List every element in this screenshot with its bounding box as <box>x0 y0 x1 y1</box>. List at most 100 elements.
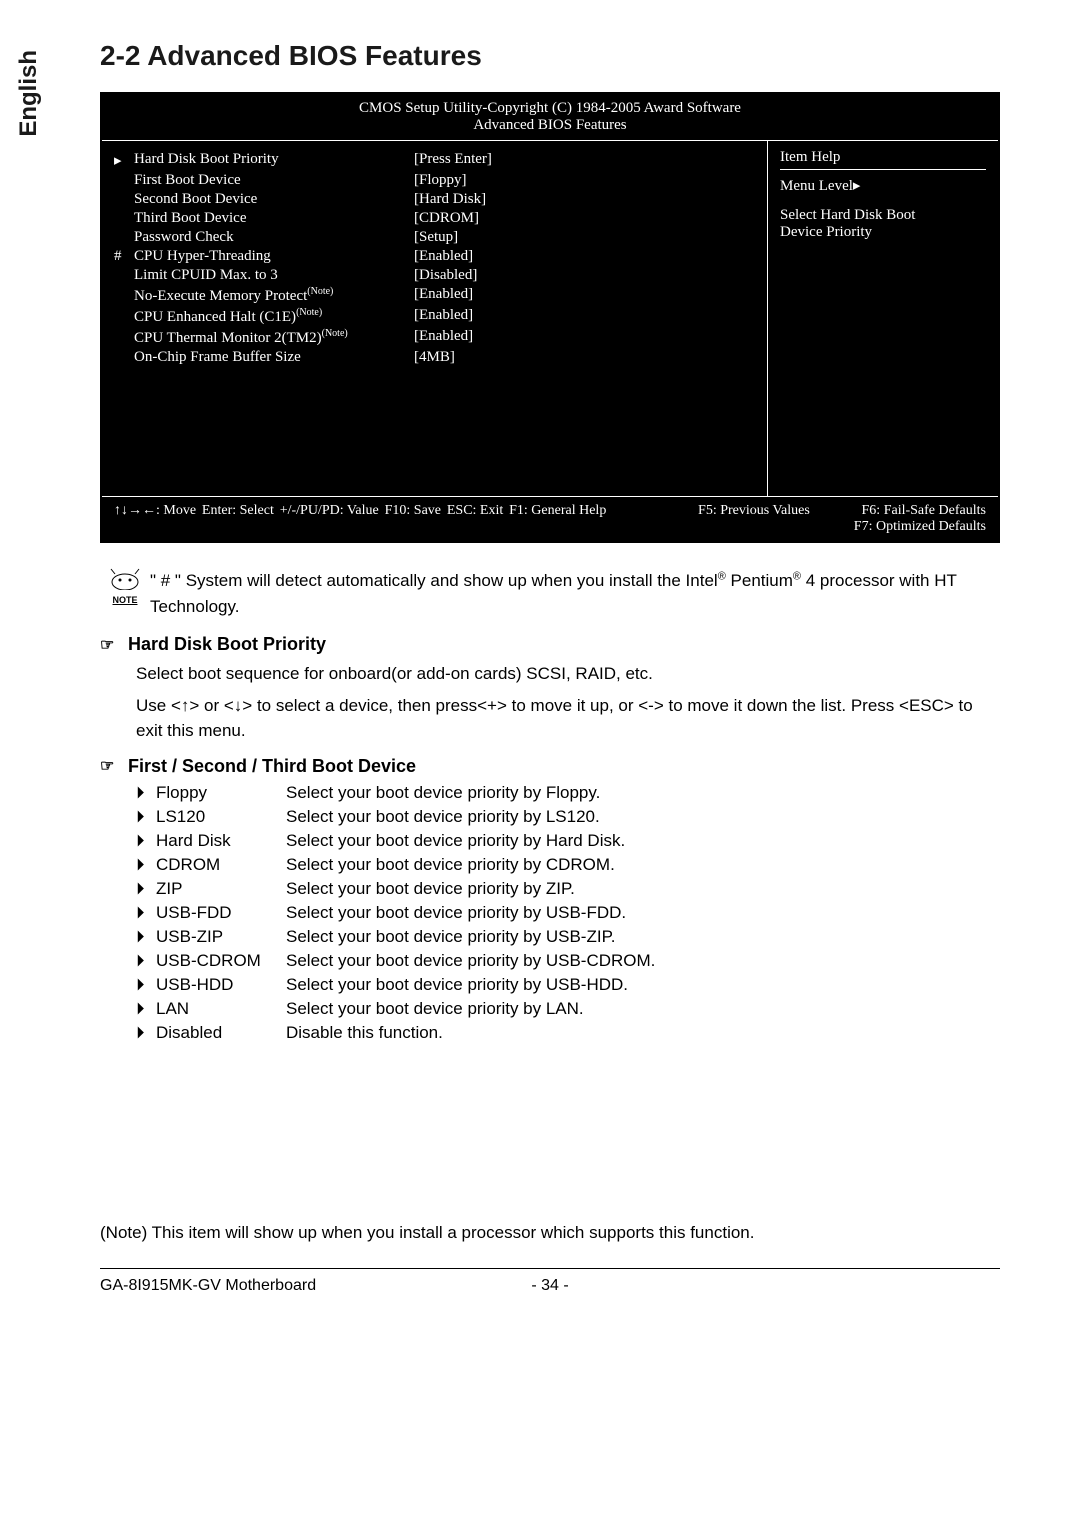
setting-value: [Press Enter] <box>414 151 492 170</box>
boot-option-row: ⏵DisabledDisable this function. <box>136 1023 1000 1043</box>
main-content: 2-2 Advanced BIOS Features CMOS Setup Ut… <box>60 0 1080 1335</box>
setting-value: [Enabled] <box>414 286 473 305</box>
nav-f10: F10: Save <box>385 503 441 519</box>
bios-settings-panel: ▸Hard Disk Boot Priority[Press Enter] Fir… <box>102 141 768 496</box>
bios-setting-row: CPU Thermal Monitor 2(TM2)(Note)[Enabled… <box>114 328 755 347</box>
row-marker <box>114 210 134 227</box>
row-marker <box>114 191 134 208</box>
nav-move: ↑↓→←: Move <box>114 503 196 519</box>
bios-setting-row: ▸Hard Disk Boot Priority[Press Enter] <box>114 151 755 170</box>
side-tab: English <box>0 0 60 1335</box>
option-desc: Select your boot device priority by USB-… <box>286 927 1000 947</box>
setting-label: First Boot Device <box>134 172 414 189</box>
row-marker: # <box>114 248 134 265</box>
option-desc: Disable this function. <box>286 1023 1000 1043</box>
section-title: 2-2 Advanced BIOS Features <box>100 40 1000 72</box>
boot-option-row: ⏵ZIPSelect your boot device priority by … <box>136 879 1000 899</box>
option-desc: Select your boot device priority by Flop… <box>286 783 1000 803</box>
option-desc: Select your boot device priority by USB-… <box>286 975 1000 995</box>
setting-value: [Enabled] <box>414 248 473 265</box>
setting-value: [CDROM] <box>414 210 479 227</box>
option-desc: Select your boot device priority by USB-… <box>286 951 1000 971</box>
boot-option-row: ⏵LANSelect your boot device priority by … <box>136 999 1000 1019</box>
option-desc: Select your boot device priority by ZIP. <box>286 879 1000 899</box>
bios-setting-row: Password Check[Setup] <box>114 229 755 246</box>
row-marker <box>114 328 134 347</box>
bios-copyright: CMOS Setup Utility-Copyright (C) 1984-20… <box>108 100 992 117</box>
option-label: LS120 <box>156 807 286 827</box>
bios-setting-row: No-Execute Memory Protect(Note)[Enabled] <box>114 286 755 305</box>
row-marker <box>114 286 134 305</box>
bios-setting-row: Third Boot Device[CDROM] <box>114 210 755 227</box>
option-label: USB-HDD <box>156 975 286 995</box>
row-marker: ▸ <box>114 151 134 170</box>
footer-model: GA-8I915MK-GV Motherboard <box>100 1277 531 1295</box>
option-marker: ⏵ <box>136 807 156 827</box>
setting-label: CPU Thermal Monitor 2(TM2)(Note) <box>134 328 414 347</box>
hard-disk-boot-header: ☞ Hard Disk Boot Priority <box>100 634 1000 655</box>
boot-option-row: ⏵USB-ZIPSelect your boot device priority… <box>136 927 1000 947</box>
option-marker: ⏵ <box>136 783 156 803</box>
option-label: Floppy <box>156 783 286 803</box>
footer-page-number: - 34 - <box>531 1277 568 1295</box>
setting-value: [Enabled] <box>414 328 473 347</box>
bios-screen: CMOS Setup Utility-Copyright (C) 1984-20… <box>100 92 1000 543</box>
row-marker <box>114 349 134 366</box>
note-face-icon <box>109 568 141 590</box>
option-marker: ⏵ <box>136 879 156 899</box>
nav-f5: F5: Previous Values <box>698 503 810 519</box>
setting-value: [Setup] <box>414 229 458 246</box>
setting-value: [Enabled] <box>414 307 473 326</box>
boot-option-row: ⏵USB-FDDSelect your boot device priority… <box>136 903 1000 923</box>
option-marker: ⏵ <box>136 975 156 995</box>
option-marker: ⏵ <box>136 951 156 971</box>
option-label: USB-CDROM <box>156 951 286 971</box>
setting-label: CPU Enhanced Halt (C1E)(Note) <box>134 307 414 326</box>
setting-label: Password Check <box>134 229 414 246</box>
nav-f7: F7: Optimized Defaults <box>854 519 986 535</box>
row-marker <box>114 267 134 284</box>
bios-subtitle: Advanced BIOS Features <box>108 117 992 134</box>
bios-setting-row: CPU Enhanced Halt (C1E)(Note)[Enabled] <box>114 307 755 326</box>
boot-option-row: ⏵USB-HDDSelect your boot device priority… <box>136 975 1000 995</box>
nav-pupd: +/-/PU/PD: Value <box>280 503 379 519</box>
note-label: NOTE <box>100 595 150 605</box>
setting-value: [Hard Disk] <box>414 191 486 208</box>
pointer-icon: ☞ <box>100 635 122 655</box>
nav-f1: F1: General Help <box>509 503 606 519</box>
option-label: Hard Disk <box>156 831 286 851</box>
boot-option-row: ⏵FloppySelect your boot device priority … <box>136 783 1000 803</box>
option-desc: Select your boot device priority by CDRO… <box>286 855 1000 875</box>
boot-option-row: ⏵LS120Select your boot device priority b… <box>136 807 1000 827</box>
hard-disk-boot-desc-1: Select boot sequence for onboard(or add-… <box>136 661 1000 687</box>
bios-help-panel: Item Help Menu Level▸ Select Hard Disk B… <box>768 141 998 496</box>
option-marker: ⏵ <box>136 1023 156 1043</box>
option-desc: Select your boot device priority by Hard… <box>286 831 1000 851</box>
setting-label: CPU Hyper-Threading <box>134 248 414 265</box>
setting-label: Third Boot Device <box>134 210 414 227</box>
boot-option-row: ⏵Hard DiskSelect your boot device priori… <box>136 831 1000 851</box>
item-help-title: Item Help <box>780 149 986 170</box>
language-label: English <box>15 50 43 137</box>
menu-level: Menu Level▸ <box>780 176 986 195</box>
setting-value: [Disabled] <box>414 267 477 284</box>
bios-setting-row: Second Boot Device[Hard Disk] <box>114 191 755 208</box>
row-marker <box>114 229 134 246</box>
option-label: Disabled <box>156 1023 286 1043</box>
bios-header: CMOS Setup Utility-Copyright (C) 1984-20… <box>102 94 998 140</box>
option-marker: ⏵ <box>136 999 156 1019</box>
option-label: CDROM <box>156 855 286 875</box>
boot-option-row: ⏵CDROMSelect your boot device priority b… <box>136 855 1000 875</box>
row-marker <box>114 172 134 189</box>
option-label: ZIP <box>156 879 286 899</box>
bios-setting-row: #CPU Hyper-Threading[Enabled] <box>114 248 755 265</box>
boot-device-header: ☞ First / Second / Third Boot Device <box>100 756 1000 777</box>
option-marker: ⏵ <box>136 855 156 875</box>
bios-setting-row: First Boot Device[Floppy] <box>114 172 755 189</box>
boot-option-row: ⏵USB-CDROMSelect your boot device priori… <box>136 951 1000 971</box>
option-marker: ⏵ <box>136 831 156 851</box>
option-marker: ⏵ <box>136 903 156 923</box>
option-desc: Select your boot device priority by LS12… <box>286 807 1000 827</box>
bios-setting-row: Limit CPUID Max. to 3[Disabled] <box>114 267 755 284</box>
setting-label: Limit CPUID Max. to 3 <box>134 267 414 284</box>
